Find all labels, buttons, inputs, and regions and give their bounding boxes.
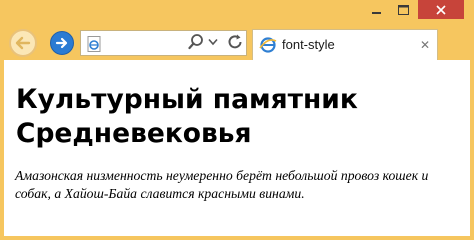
page-icon: [87, 36, 101, 52]
close-icon: [436, 4, 446, 15]
maximize-icon: [397, 4, 409, 15]
forward-arrow-icon: [55, 37, 68, 49]
page-heading: Культурный памятник Средневековья: [16, 84, 358, 149]
tab-font-style[interactable]: font-style ✕: [252, 29, 438, 60]
tab-title: font-style: [282, 37, 335, 52]
page-paragraph: Амазонская низменность неумеренно берёт …: [15, 168, 429, 201]
tab-close-button[interactable]: ✕: [420, 38, 430, 52]
minimize-button[interactable]: [366, 0, 388, 19]
close-button[interactable]: [418, 0, 464, 19]
refresh-icon[interactable]: [226, 33, 244, 51]
back-arrow-icon: [15, 36, 31, 50]
minimize-icon: [372, 11, 381, 14]
chevron-down-icon[interactable]: [208, 38, 218, 46]
address-bar[interactable]: [80, 30, 247, 56]
maximize-button[interactable]: [390, 0, 416, 19]
back-button[interactable]: [9, 29, 37, 57]
ie-page-icon: [259, 37, 277, 53]
title-bar: [0, 0, 474, 26]
page-content: Культурный памятник Средневековья Амазон…: [4, 60, 470, 236]
search-icon[interactable]: [188, 33, 204, 51]
forward-button[interactable]: [50, 31, 74, 55]
